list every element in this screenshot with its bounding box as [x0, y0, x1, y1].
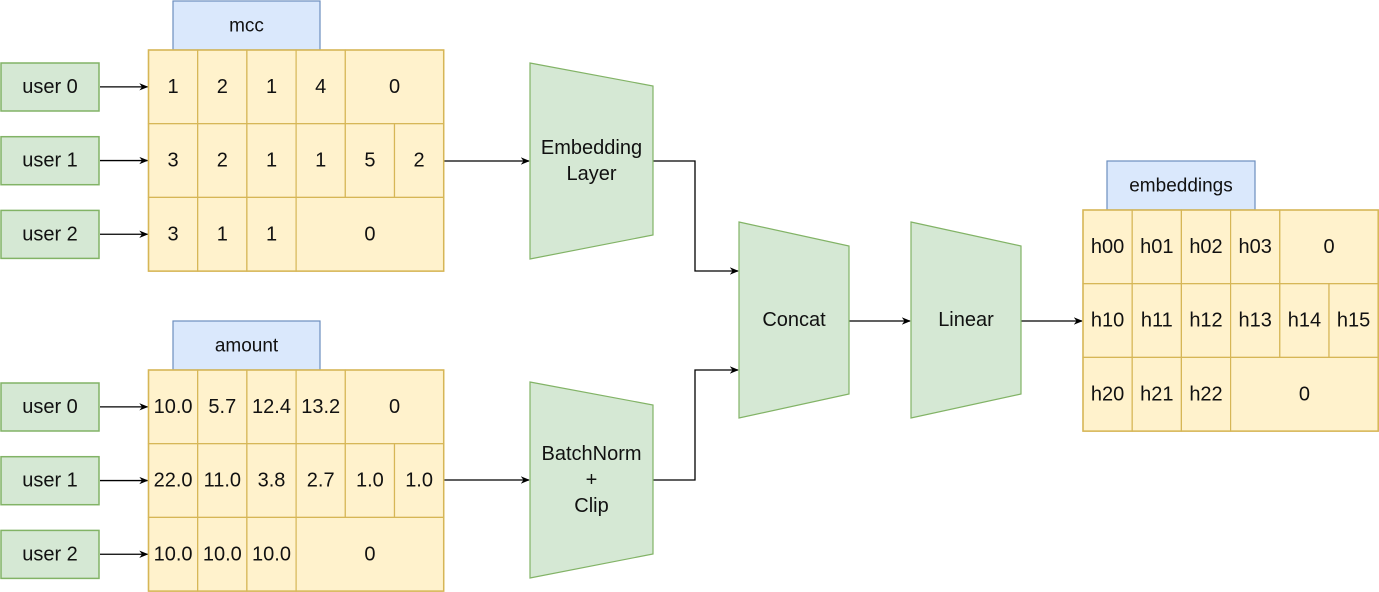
mcc-user-label: user 0 [22, 76, 78, 98]
batchnorm-layer-label: + [586, 469, 598, 491]
embeddings-cell-value: h15 [1337, 310, 1370, 332]
embedding-layer-label: Layer [566, 163, 616, 185]
embeddings-cell-value: h03 [1239, 236, 1272, 258]
user-node: user 0 [0, 382, 100, 432]
embeddings-row: h00 h01 h02 h03 0 [1082, 209, 1379, 285]
user-node: user 2 [0, 529, 100, 580]
layers: Embedding Layer BatchNorm + Clip Concat Linear [529, 62, 1022, 579]
embeddings-table: embeddingsh00 h01 h02 h03 0h10 h11 h12 h13 h14 h1… [1082, 160, 1379, 432]
embeddings-row: h10 h11 h12 h13 h14 h15 [1082, 283, 1379, 359]
amount-user-label: user 2 [22, 543, 78, 565]
amount-cell-value: 11.0 [204, 470, 241, 492]
embeddings-cell-value: 0 [1299, 383, 1310, 405]
mcc-cell-value: 0 [364, 223, 375, 245]
mcc-user-label: user 2 [22, 223, 78, 245]
amount-header-label: amount [215, 336, 279, 357]
mcc-cell-value: 1 [266, 76, 277, 98]
amount-cell-value: 3.8 [258, 470, 286, 492]
tables: mcc 1 2 1 4 0 user 0 3 2 1 1 5 2 user 1 3 1 1 0 user 2 amou… [0, 0, 1379, 592]
amount-cell-value: 10.0 [203, 543, 242, 565]
batchnorm-layer: BatchNorm + Clip [529, 381, 654, 579]
embeddings-cell-value: h01 [1140, 236, 1173, 258]
amount-cell-value: 10.0 [252, 543, 291, 565]
embedding-layer-shape [529, 62, 654, 260]
mcc-row: 1 2 1 4 0 [147, 49, 445, 125]
mcc-cell-value: 2 [217, 150, 228, 172]
mcc-row: 3 1 1 0 [147, 196, 445, 272]
amount-row: 10.0 10.0 10.0 0 [147, 516, 445, 592]
embeddings-cell-value: h21 [1140, 383, 1173, 405]
embeddings-header: embeddings [1106, 160, 1256, 211]
amount-header: amount [172, 320, 321, 371]
embedding-layer-label: Embedding [541, 137, 642, 159]
embeddings-cell-value: h20 [1091, 383, 1124, 405]
mcc-header: mcc [172, 0, 321, 51]
mcc-cell-value: 2 [414, 150, 425, 172]
amount-cell-value: 12.4 [252, 396, 291, 418]
batchnorm-layer-label: Clip [574, 495, 608, 517]
user-node: user 1 [0, 135, 100, 186]
mcc-cell-value: 1 [217, 223, 228, 245]
embeddings-cell-value: 0 [1323, 236, 1334, 258]
embeddings-cell-value: h14 [1288, 310, 1321, 332]
mcc-cell-value: 1 [168, 76, 179, 98]
user-node: user 1 [0, 455, 100, 506]
embedding-to-concat-arrow [653, 160, 739, 275]
amount-table: amount10.0 5.7 12.4 13.2 0user 022.0 11.0 3.8 2… [0, 320, 445, 592]
concat-layer: Concat [738, 221, 850, 419]
embeddings-cell-value: h12 [1189, 310, 1222, 332]
mcc-cell-value: 1 [266, 223, 277, 245]
mcc-cell-value: 0 [389, 76, 400, 98]
embeddings-cell-value: h02 [1189, 236, 1222, 258]
amount-cell-value: 1.0 [405, 470, 433, 492]
amount-cell-value: 1.0 [356, 470, 384, 492]
linear-layer-label: Linear [938, 309, 994, 331]
mcc-row: 3 2 1 1 5 2 [147, 123, 445, 198]
amount-cell-value: 22.0 [154, 470, 193, 492]
amount-cell-value: 10.0 [154, 543, 193, 565]
linear-layer: Linear [910, 221, 1022, 419]
user-node: user 2 [0, 209, 100, 260]
mcc-cell-value: 4 [315, 76, 326, 98]
diagram-canvas: mcc 1 2 1 4 0 user 0 3 2 1 1 5 2 user 1 3 1 1 0 user 2 amou… [0, 0, 1379, 592]
embedding-layer: Embedding Layer [529, 62, 654, 260]
mcc-cell-value: 2 [217, 76, 228, 98]
embeddings-cell-value: h10 [1091, 310, 1124, 332]
concat-layer-label: Concat [762, 309, 826, 331]
embeddings-cell-value: h00 [1091, 236, 1124, 258]
amount-cell-value: 2.7 [307, 470, 335, 492]
embeddings-cell-value: h13 [1239, 310, 1272, 332]
mcc-header-label: mcc [229, 16, 264, 37]
amount-cell-value: 13.2 [301, 396, 340, 418]
embeddings-cell-value: h22 [1189, 383, 1222, 405]
amount-row: 10.0 5.7 12.4 13.2 0 [147, 369, 445, 445]
mcc-user-label: user 1 [22, 150, 78, 172]
amount-cell-value: 0 [389, 396, 400, 418]
mcc-cell-value: 3 [168, 150, 179, 172]
amount-user-label: user 0 [22, 396, 78, 418]
amount-cell-value: 5.7 [208, 396, 236, 418]
amount-user-label: user 1 [22, 470, 78, 492]
user-node: user 0 [0, 62, 100, 112]
amount-row: 22.0 11.0 3.8 2.7 1.0 1.0 [147, 443, 445, 519]
embeddings-row: h20 h21 h22 0 [1082, 356, 1379, 432]
batchnorm-to-concat-arrow [653, 366, 739, 481]
mcc-table: mcc 1 2 1 4 0 user 0 3 2 1 1 5 2 user 1 3 1 1 0 user 2 [0, 0, 445, 272]
amount-cell-value: 10.0 [154, 396, 193, 418]
mcc-cell-value: 1 [266, 150, 277, 172]
mcc-cell-value: 5 [364, 150, 375, 172]
mcc-cell-value: 1 [315, 150, 326, 172]
amount-cell-value: 0 [364, 543, 375, 565]
mcc-cell-value: 3 [168, 223, 179, 245]
batchnorm-layer-label: BatchNorm [541, 443, 641, 465]
embeddings-header-label: embeddings [1129, 176, 1233, 197]
embeddings-cell-value: h11 [1141, 310, 1173, 332]
